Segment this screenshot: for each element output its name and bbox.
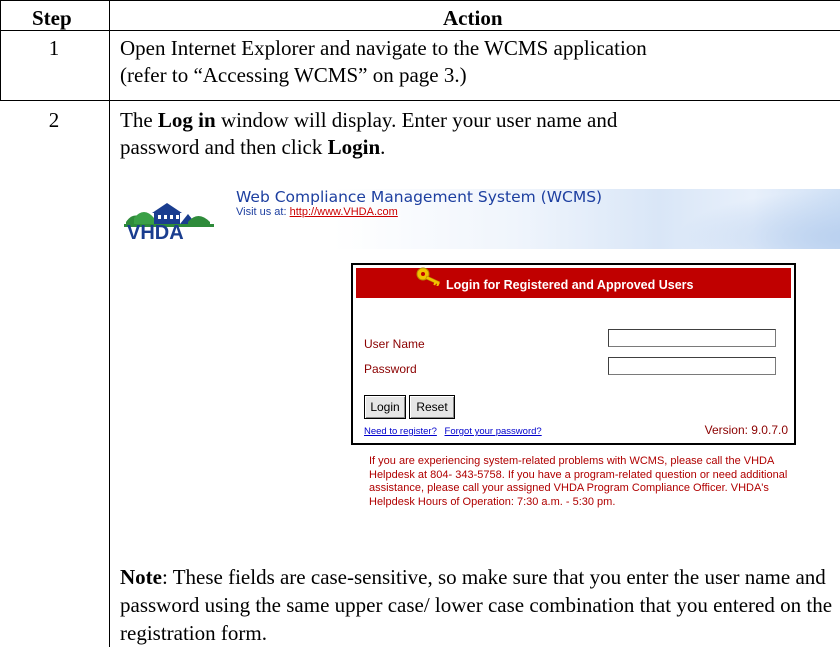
note-text: : These fields are case-sensitive, so ma… xyxy=(120,565,833,645)
step-2-text: window will display. Enter your user nam… xyxy=(215,108,618,132)
step-2-text: password and then click xyxy=(120,135,328,159)
step-number-1: 1 xyxy=(48,36,60,60)
login-header: Login for Registered and Approved Users xyxy=(356,267,791,298)
note-paragraph: Note: These fields are case-sensitive, s… xyxy=(120,563,838,647)
version-label: Version: 9.0.7.0 xyxy=(704,423,788,437)
note-label: Note xyxy=(120,565,162,589)
step-1-line-1: Open Internet Explorer and navigate to t… xyxy=(120,36,647,60)
forgot-password-link[interactable]: Forgot your password? xyxy=(445,426,542,437)
login-links: Need to register? Forgot your password? xyxy=(364,426,547,437)
register-link[interactable]: Need to register? xyxy=(364,426,437,437)
reset-button[interactable]: Reset xyxy=(409,395,455,419)
header-step: Step xyxy=(32,6,72,30)
table-rule-left xyxy=(0,0,1,100)
table-rule-header xyxy=(0,30,840,31)
header-action: Action xyxy=(443,6,503,30)
step-number-2: 2 xyxy=(48,108,60,132)
password-input[interactable] xyxy=(608,357,776,375)
username-input[interactable] xyxy=(608,329,776,347)
login-heading: Login for Registered and Approved Users xyxy=(446,278,694,292)
step-2-action: The Log in window will display. Enter yo… xyxy=(120,107,835,161)
table-rule-middle xyxy=(109,0,110,647)
step-2-line-2: password and then click Login. xyxy=(120,134,835,161)
step-1-action: Open Internet Explorer and navigate to t… xyxy=(120,35,835,89)
step-2-text: The xyxy=(120,108,158,132)
table-rule-top xyxy=(0,0,840,1)
step-2-bold-login-window: Log in xyxy=(157,108,216,132)
password-label: Password xyxy=(364,362,417,376)
login-form: Login for Registered and Approved Users … xyxy=(351,263,796,445)
banner-visit: Visit us at: http://www.VHDA.com xyxy=(236,206,398,218)
step-2-bold-login: Login xyxy=(327,135,381,159)
username-label: User Name xyxy=(364,337,425,351)
vhda-website-link[interactable]: http://www.VHDA.com xyxy=(290,206,398,218)
helpdesk-notice: If you are experiencing system-related p… xyxy=(369,455,788,508)
banner-title: Web Compliance Management System (WCMS) xyxy=(236,188,603,206)
login-button[interactable]: Login xyxy=(364,395,406,419)
step-1-line-2: (refer to “Accessing WCMS” on page 3.) xyxy=(120,63,467,87)
visit-label: Visit us at: xyxy=(236,206,290,218)
vhda-logo-text: VHDA xyxy=(127,222,184,244)
banner-swoosh xyxy=(676,189,840,249)
key-icon xyxy=(416,267,441,286)
step-2-line-1: The Log in window will display. Enter yo… xyxy=(120,107,835,134)
table-rule-row1 xyxy=(0,100,840,101)
step-2-text: . xyxy=(380,135,386,159)
